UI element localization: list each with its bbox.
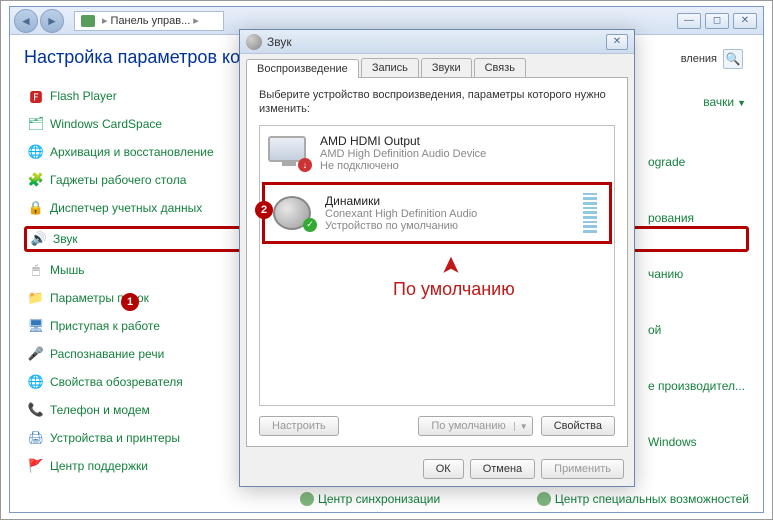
cp-item-icon: 🎤 bbox=[28, 346, 44, 362]
right-link-4[interactable]: е производител... bbox=[648, 379, 745, 393]
cp-item-icon: 🖱 bbox=[28, 262, 44, 278]
sound-close-button[interactable]: ✕ bbox=[606, 34, 628, 50]
sound-tab-2[interactable]: Звуки bbox=[421, 58, 472, 77]
ease-icon bbox=[537, 492, 551, 506]
bottom-row: Центр синхронизации Центр специальных во… bbox=[300, 492, 749, 506]
cp-item-icon: 🌐 bbox=[28, 144, 44, 160]
cp-item-icon: 🔊 bbox=[31, 231, 47, 247]
search-area: вления 🔍 bbox=[681, 49, 743, 69]
bottom-left-item[interactable]: Центр синхронизации bbox=[300, 492, 440, 506]
annotation-1: 1 bbox=[121, 293, 139, 311]
sound-tab-0[interactable]: Воспроизведение bbox=[246, 59, 359, 78]
device-driver: Conexant High Definition Audio bbox=[325, 208, 573, 220]
cp-item-label: Windows CardSpace bbox=[50, 117, 162, 131]
cp-item-icon: 🅵 bbox=[28, 88, 44, 104]
set-default-button[interactable]: По умолчанию▼ bbox=[418, 416, 532, 436]
apply-button[interactable]: Применить bbox=[541, 459, 624, 479]
cp-item-icon: 🖨 bbox=[28, 430, 44, 446]
properties-button[interactable]: Свойства bbox=[541, 416, 615, 436]
right-column-links: ograde рования чанию ой е производител... Win… bbox=[648, 155, 745, 449]
bottom-right-item[interactable]: Центр специальных возможностей bbox=[537, 492, 749, 506]
disconnected-badge-icon: ↓ bbox=[298, 158, 312, 172]
speaker-icon bbox=[246, 34, 262, 50]
device-row-0[interactable]: ↓ AMD HDMI OutputAMD High Definition Audi… bbox=[260, 126, 614, 180]
sync-icon bbox=[300, 492, 314, 506]
nav-forward-button[interactable]: ► bbox=[40, 9, 64, 33]
cp-item-icon: 🚩 bbox=[28, 458, 44, 474]
minimize-button[interactable]: — bbox=[677, 13, 701, 29]
cp-item-icon: 🌐 bbox=[28, 374, 44, 390]
sound-tab-1[interactable]: Запись bbox=[361, 58, 419, 77]
control-panel-icon bbox=[81, 15, 95, 27]
cancel-button[interactable]: Отмена bbox=[470, 459, 535, 479]
device-driver: AMD High Definition Audio Device bbox=[320, 148, 606, 160]
cp-item-label: Приступая к работе bbox=[50, 319, 160, 333]
cp-item-label: Архивация и восстановление bbox=[50, 145, 214, 159]
annotation-default-label: По умолчанию bbox=[393, 279, 515, 300]
right-link-3[interactable]: ой bbox=[648, 323, 745, 337]
sound-dialog-footer: ОК Отмена Применить bbox=[240, 453, 634, 485]
cp-item-label: Гаджеты рабочего стола bbox=[50, 173, 186, 187]
breadcrumb-label: Панель управ... bbox=[111, 15, 191, 27]
configure-button[interactable]: Настроить bbox=[259, 416, 339, 436]
right-link-top[interactable]: вачки▼ bbox=[703, 95, 746, 109]
close-button[interactable]: ✕ bbox=[733, 13, 757, 29]
cp-item-label: Центр поддержки bbox=[50, 459, 148, 473]
right-link-5[interactable]: Windows bbox=[648, 435, 745, 449]
window-controls: — ◻ ✕ bbox=[677, 13, 757, 29]
ok-button[interactable]: ОК bbox=[423, 459, 464, 479]
checkmark-badge-icon: ✓ bbox=[303, 218, 317, 232]
maximize-button[interactable]: ◻ bbox=[705, 13, 729, 29]
partial-text: вления bbox=[681, 53, 717, 65]
cp-item-label: Flash Player bbox=[50, 89, 117, 103]
device-row-1[interactable]: ✓ ДинамикиConexant High Definition AudioУ… bbox=[262, 182, 612, 244]
annotation-2: 2 bbox=[255, 201, 273, 219]
cp-item-label: Диспетчер учетных данных bbox=[50, 201, 202, 215]
sound-dialog-title: Звук bbox=[267, 35, 292, 49]
cp-item-icon: 📞 bbox=[28, 402, 44, 418]
device-name: AMD HDMI Output bbox=[320, 134, 606, 148]
cp-item-label: Устройства и принтеры bbox=[50, 431, 180, 445]
device-status: Устройство по умолчанию bbox=[325, 220, 573, 232]
volume-meter bbox=[583, 193, 597, 233]
search-icon[interactable]: 🔍 bbox=[723, 49, 743, 69]
sound-instruction: Выберите устройство воспроизведения, пар… bbox=[259, 88, 615, 117]
right-link-0[interactable]: ograde bbox=[648, 155, 745, 169]
cp-item-label: Свойства обозревателя bbox=[50, 375, 183, 389]
cp-item-icon: 🗂 bbox=[28, 116, 44, 132]
device-status: Не подключено bbox=[320, 160, 606, 172]
cp-item-icon: 🧩 bbox=[28, 172, 44, 188]
cp-item-label: Звук bbox=[53, 232, 78, 246]
right-link-1[interactable]: рования bbox=[648, 211, 745, 225]
sound-dialog-titlebar: Звук ✕ bbox=[240, 30, 634, 54]
right-link-2[interactable]: чанию bbox=[648, 267, 745, 281]
nav-back-button[interactable]: ◄ bbox=[14, 9, 38, 33]
cp-item-label: Мышь bbox=[50, 263, 85, 277]
cp-item-label: Телефон и модем bbox=[50, 403, 150, 417]
cp-item-icon: 📁 bbox=[28, 290, 44, 306]
cp-item-label: Распознавание речи bbox=[50, 347, 164, 361]
cp-item-icon: 🔒 bbox=[28, 200, 44, 216]
cp-item-icon: 🖥 bbox=[28, 318, 44, 334]
monitor-icon: ↓ bbox=[268, 136, 310, 170]
sound-tab-3[interactable]: Связь bbox=[474, 58, 526, 77]
sound-panel-buttons: Настроить По умолчанию▼ Свойства bbox=[259, 416, 615, 436]
sound-tabs: ВоспроизведениеЗаписьЗвукиСвязь bbox=[240, 54, 634, 77]
annotation-arrow-icon: ➤ bbox=[437, 255, 466, 275]
device-name: Динамики bbox=[325, 194, 573, 208]
speaker-icon: ✓ bbox=[273, 196, 315, 230]
breadcrumb[interactable]: ▸ Панель управ... ▸ bbox=[74, 11, 224, 31]
